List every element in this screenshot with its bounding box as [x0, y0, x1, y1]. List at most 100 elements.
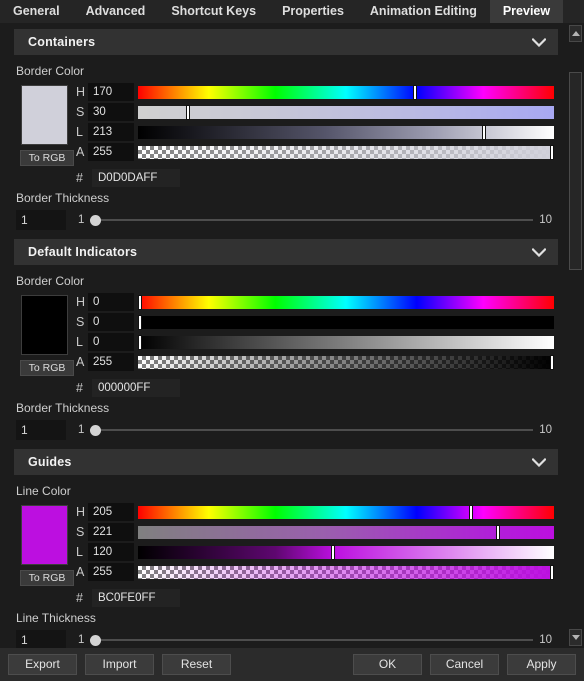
slider-knob[interactable]: [137, 314, 142, 330]
triangle-up-icon: [571, 31, 580, 36]
thickness-value-input[interactable]: 1: [16, 210, 66, 230]
slider-gradient-track: [138, 545, 554, 559]
channel-slider-a[interactable]: [138, 354, 554, 370]
channel-value-h[interactable]: 170: [88, 83, 134, 101]
slider-knob[interactable]: [549, 144, 554, 160]
tab-shortcut-keys[interactable]: Shortcut Keys: [158, 0, 269, 23]
cancel-button[interactable]: Cancel: [430, 654, 499, 675]
channel-slider-h[interactable]: [138, 504, 554, 520]
channel-slider-l[interactable]: [138, 544, 554, 560]
channel-value-h[interactable]: 0: [88, 293, 134, 311]
channel-value-s[interactable]: 221: [88, 523, 134, 541]
channel-value-a[interactable]: 255: [88, 353, 134, 371]
channel-slider-s[interactable]: [138, 524, 554, 540]
channel-value-s[interactable]: 0: [88, 313, 134, 331]
slider-knob[interactable]: [549, 564, 554, 580]
apply-button[interactable]: Apply: [507, 654, 576, 675]
section-header-containers[interactable]: Containers: [14, 29, 558, 55]
ok-button[interactable]: OK: [353, 654, 422, 675]
slider-knob[interactable]: [137, 294, 142, 310]
channel-value-l[interactable]: 0: [88, 333, 134, 351]
channel-rows: H 0 S 0 L 0 A 255 #000000FF: [76, 292, 566, 398]
tab-general[interactable]: General: [0, 0, 73, 23]
tab-bar: General Advanced Shortcut Keys Properties An…: [0, 0, 584, 23]
channel-value-l[interactable]: 120: [88, 543, 134, 561]
channel-label-s: S: [76, 105, 85, 119]
to-rgb-button[interactable]: To RGB: [20, 360, 74, 376]
to-rgb-button[interactable]: To RGB: [20, 570, 74, 586]
scroll-down-button[interactable]: [569, 629, 582, 646]
import-button[interactable]: Import: [85, 654, 154, 675]
hex-row: #000000FF: [76, 378, 566, 398]
channel-slider-a[interactable]: [138, 564, 554, 580]
tab-properties[interactable]: Properties: [269, 0, 357, 23]
channel-label-a: A: [76, 565, 85, 579]
thickness-slider[interactable]: [90, 423, 534, 437]
slider-knob[interactable]: [482, 124, 487, 140]
color-swatch[interactable]: [21, 295, 68, 355]
chevron-down-icon[interactable]: [532, 457, 546, 467]
channel-label-l: L: [76, 545, 83, 559]
hex-input[interactable]: 000000FF: [92, 379, 180, 397]
thickness-value-input[interactable]: 1: [16, 420, 66, 440]
channel-row-a: A 255: [76, 142, 566, 162]
thickness-slider-handle[interactable]: [90, 425, 102, 436]
channel-slider-h[interactable]: [137, 294, 554, 310]
section-header-default-indicators[interactable]: Default Indicators: [14, 239, 558, 265]
channel-label-l: L: [76, 335, 83, 349]
thickness-slider-track: [90, 219, 534, 221]
export-button[interactable]: Export: [8, 654, 77, 675]
slider-knob[interactable]: [549, 354, 554, 370]
channel-value-h[interactable]: 205: [88, 503, 134, 521]
section-header-guides[interactable]: Guides: [14, 449, 558, 475]
channel-label-h: H: [76, 85, 86, 99]
tab-advanced[interactable]: Advanced: [73, 0, 159, 23]
channel-slider-l[interactable]: [138, 124, 554, 140]
dialog-button-bar: Export Import Reset OK Cancel Apply: [0, 648, 584, 681]
hex-input[interactable]: BC0FE0FF: [92, 589, 180, 607]
hex-row: # BC0FE0FF: [76, 588, 566, 608]
channel-slider-a[interactable]: [138, 144, 554, 160]
channel-value-a[interactable]: 255: [88, 143, 134, 161]
channel-slider-s[interactable]: [138, 104, 554, 120]
thickness-min-label: 1: [78, 214, 85, 226]
channel-label-s: S: [76, 525, 85, 539]
slider-knob[interactable]: [331, 544, 336, 560]
tab-animation-editing[interactable]: Animation Editing: [357, 0, 490, 23]
to-rgb-button[interactable]: To RGB: [20, 150, 74, 166]
slider-knob[interactable]: [185, 104, 190, 120]
tab-preview[interactable]: Preview: [489, 0, 564, 23]
hash-icon: #: [76, 171, 83, 185]
slider-knob[interactable]: [469, 504, 474, 520]
thickness-slider-handle[interactable]: [90, 635, 102, 646]
hex-input[interactable]: D0D0DAFF: [92, 169, 180, 187]
thickness-slider-handle[interactable]: [90, 215, 102, 226]
settings-scroll-area[interactable]: Containers Border Color To RGB H 170 S 30 L 213 A…: [0, 23, 566, 648]
section-title: Containers: [28, 35, 96, 49]
channel-slider-h[interactable]: [138, 84, 554, 100]
color-swatch[interactable]: [21, 85, 68, 145]
channel-value-l[interactable]: 213: [88, 123, 134, 141]
slider-knob[interactable]: [412, 84, 417, 100]
scroll-up-button[interactable]: [569, 25, 582, 42]
scrollbar-thumb[interactable]: [569, 72, 582, 270]
channel-slider-s[interactable]: [137, 314, 554, 330]
slider-knob[interactable]: [495, 524, 500, 540]
channel-label-a: A: [76, 355, 85, 369]
chevron-down-icon[interactable]: [532, 247, 546, 257]
thickness-slider[interactable]: [90, 213, 534, 227]
vertical-scrollbar[interactable]: [566, 23, 584, 648]
thickness-row: 1 1 10: [16, 629, 566, 648]
thickness-row: 1 1 10: [16, 209, 566, 231]
chevron-down-icon[interactable]: [532, 37, 546, 47]
thickness-value-input[interactable]: 1: [16, 630, 66, 648]
channel-row-h: H 205: [76, 502, 566, 522]
slider-knob[interactable]: [137, 334, 142, 350]
thickness-slider[interactable]: [90, 633, 534, 647]
color-swatch[interactable]: [21, 505, 68, 565]
color-editor: To RGB H 170 S 30 L 213 A 255 # D0D0DAFF: [16, 82, 566, 187]
channel-value-a[interactable]: 255: [88, 563, 134, 581]
channel-value-s[interactable]: 30: [88, 103, 134, 121]
reset-button[interactable]: Reset: [162, 654, 231, 675]
channel-slider-l[interactable]: [137, 334, 554, 350]
